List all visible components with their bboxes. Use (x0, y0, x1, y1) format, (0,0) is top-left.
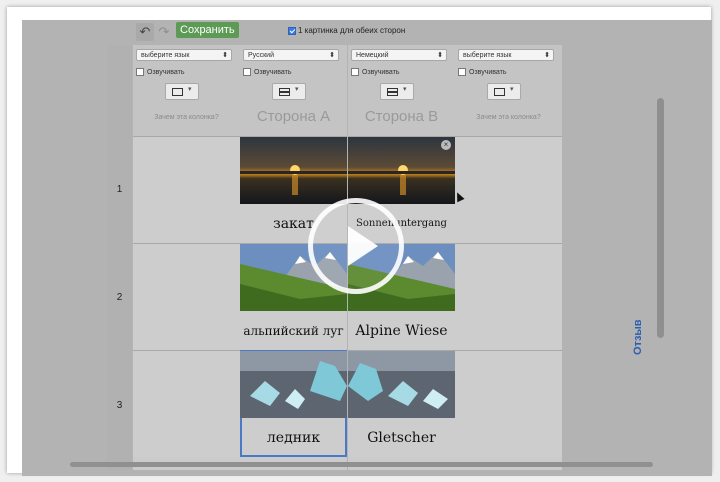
grid-cell[interactable] (133, 350, 240, 457)
chevron-down-icon: ▾ (510, 86, 514, 93)
speak-checkbox[interactable] (136, 68, 144, 76)
layout-single-icon (494, 88, 505, 96)
delete-image-icon[interactable]: × (441, 140, 451, 150)
card-word[interactable]: Gletscher (348, 418, 455, 458)
row-number: 1 (116, 184, 123, 195)
why-column-link[interactable]: Зачем эта колонка? (133, 114, 240, 121)
both-sides-option[interactable]: 1 картинка для обеих сторон (288, 26, 405, 35)
save-button[interactable]: Сохранить (176, 22, 239, 38)
speak-checkbox[interactable] (458, 68, 466, 76)
grid-cell[interactable] (455, 243, 562, 350)
horizontal-scrollbar[interactable] (70, 462, 653, 467)
card-word[interactable]: Alpine Wiese (348, 311, 455, 351)
layout-dropdown[interactable]: ▾ (165, 83, 199, 100)
language-select[interactable]: выберите язык ⬍ (458, 49, 554, 61)
card-cell-selected[interactable]: ледник (240, 350, 347, 457)
glacier-image (240, 351, 347, 418)
speak-option[interactable]: Озвучивать (136, 68, 185, 76)
why-column-link[interactable]: Зачем эта колонка? (455, 114, 562, 121)
row-number: 3 (116, 400, 123, 411)
glacier-image (348, 351, 455, 418)
chevron-down-icon: ▾ (295, 86, 299, 93)
speak-option[interactable]: Озвучивать (458, 68, 507, 76)
column-header: выберите язык ⬍ Озвучивать ▾ Зачем эта ко… (133, 45, 240, 136)
grid-cell[interactable] (133, 136, 240, 243)
both-sides-label: 1 картинка для обеих сторон (298, 26, 406, 35)
both-sides-checkbox[interactable] (288, 26, 296, 35)
layout-dropdown[interactable]: ▾ (272, 83, 306, 100)
language-select[interactable]: выберите язык ⬍ (136, 49, 232, 61)
layout-dropdown[interactable]: ▾ (380, 83, 414, 100)
speak-checkbox[interactable] (243, 68, 251, 76)
row-number: 2 (116, 292, 123, 303)
layout-split-icon (279, 88, 290, 96)
select-arrow-icon: ⬍ (544, 52, 550, 59)
column-extra-left: выберите язык ⬍ Озвучивать ▾ Зачем эта ко… (133, 45, 240, 470)
select-arrow-icon: ⬍ (437, 52, 443, 59)
feedback-tab[interactable]: Отзыв (632, 319, 644, 355)
grid-cell[interactable] (133, 243, 240, 350)
side-a-title: Сторона А (256, 108, 331, 125)
card-word[interactable]: ледник (240, 418, 347, 458)
vertical-scrollbar[interactable] (657, 98, 664, 338)
language-select[interactable]: Русский ⬍ (243, 49, 339, 61)
undo-button[interactable]: ↶ (136, 23, 154, 41)
chevron-down-icon: ▾ (403, 86, 407, 93)
grid-cell[interactable] (455, 136, 562, 243)
side-b-title: Сторона В (364, 108, 439, 125)
layout-split-icon (387, 88, 398, 96)
speak-option[interactable]: Озвучивать (351, 68, 400, 76)
chevron-down-icon: ▾ (188, 86, 192, 93)
layout-single-icon (172, 88, 183, 96)
select-arrow-icon: ⬍ (329, 52, 335, 59)
play-icon (348, 226, 378, 266)
play-button[interactable] (308, 198, 404, 294)
layout-dropdown[interactable]: ▾ (487, 83, 521, 100)
column-header: Немецкий ⬍ Озвучивать ▾ Сторона В (348, 45, 455, 136)
column-header: Русский ⬍ Озвучивать ▾ Сторона А (240, 45, 347, 136)
card-cell[interactable]: Gletscher (348, 350, 455, 457)
select-arrow-icon: ⬍ (222, 52, 228, 59)
card-word[interactable]: альпийский луг (240, 311, 347, 351)
row-number-column: 1 2 3 (107, 45, 132, 470)
column-header: выберите язык ⬍ Озвучивать ▾ Зачем эта ко… (455, 45, 562, 136)
sunset-image (348, 137, 455, 204)
speak-checkbox[interactable] (351, 68, 359, 76)
language-select[interactable]: Немецкий ⬍ (351, 49, 447, 61)
speak-option[interactable]: Озвучивать (243, 68, 292, 76)
sunset-image (240, 137, 347, 204)
column-extra-right: выберите язык ⬍ Озвучивать ▾ Зачем эта ко… (455, 45, 562, 470)
grid-cell[interactable] (455, 350, 562, 457)
redo-button[interactable]: ↷ (155, 23, 173, 41)
